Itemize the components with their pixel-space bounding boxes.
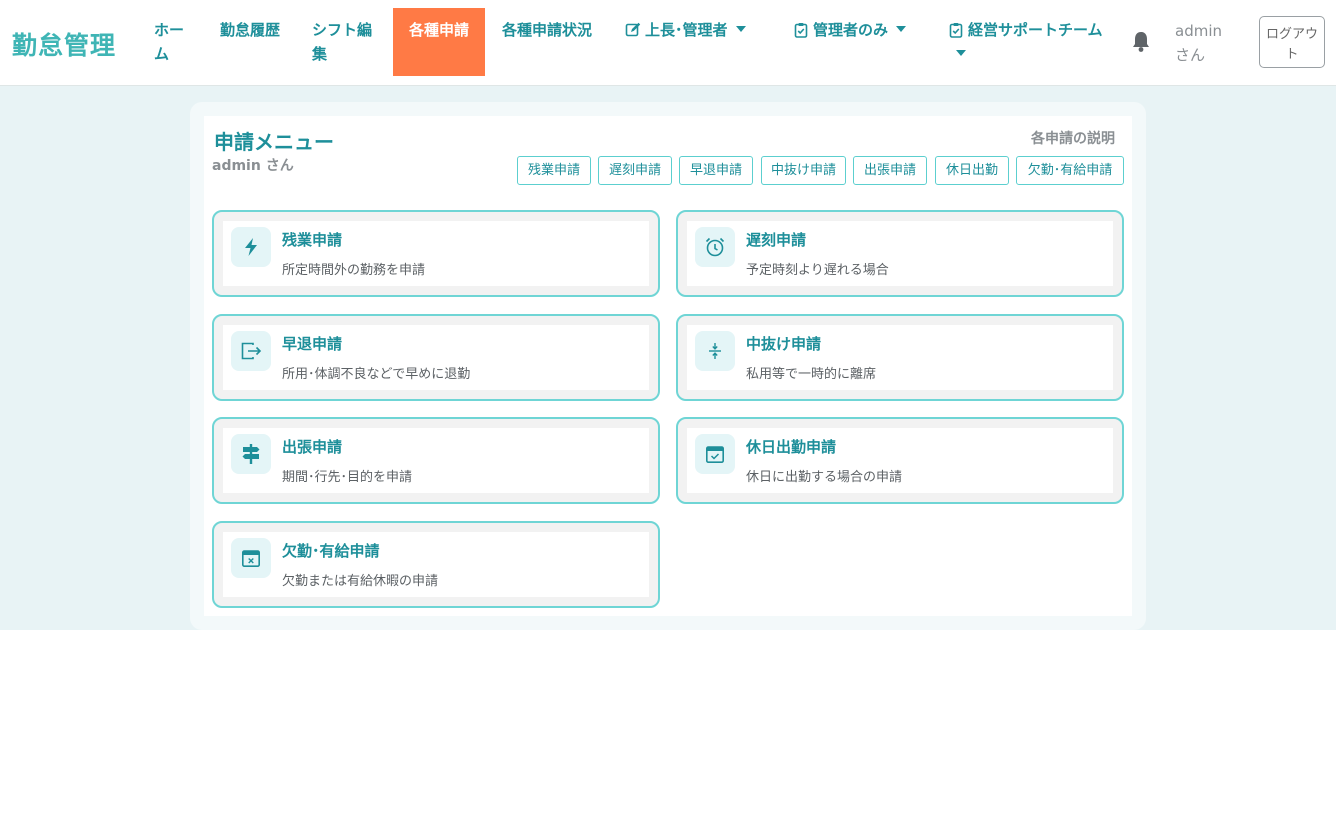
nav-attendance-history[interactable]: 勤怠履歴 (220, 8, 284, 76)
card-absence-paid-leave-request[interactable]: 欠勤･有給申請 欠勤または有給休暇の申請 (212, 521, 660, 608)
brand-logo[interactable]: 勤怠管理 (12, 26, 116, 62)
card-title: 遅刻申請 (746, 231, 807, 249)
card-holiday-work-request[interactable]: 休日出勤申請 休日に出勤する場合の申請 (676, 417, 1124, 504)
chevron-down-icon (956, 50, 966, 56)
nav-requests[interactable]: 各種申請 (393, 8, 485, 76)
card-description: 所用･体調不良などで早めに退勤 (282, 367, 471, 382)
nav-shift-edit[interactable]: シフト編集 (312, 8, 376, 76)
card-description: 私用等で一時的に離席 (746, 367, 877, 382)
card-title: 欠勤･有給申請 (282, 542, 380, 560)
page-title: 申請メニュー (214, 130, 334, 154)
card-title: 休日出勤申請 (746, 438, 837, 456)
chip-late[interactable]: 遅刻申請 (598, 156, 672, 185)
request-explanations-label: 各申請の説明 (1031, 131, 1115, 147)
card-description: 所定時間外の勤務を申請 (282, 263, 426, 278)
chip-business-trip[interactable]: 出張申請 (853, 156, 927, 185)
edit-icon (625, 22, 641, 37)
current-user-label: admin さん (1175, 22, 1222, 64)
lightning-icon (231, 227, 271, 267)
card-description: 予定時刻より遅れる場合 (746, 263, 889, 278)
card-late-request[interactable]: 遅刻申請 予定時刻より遅れる場合 (676, 210, 1124, 297)
chevron-down-icon (896, 26, 907, 32)
chip-absence-paid-leave[interactable]: 欠勤･有給申請 (1016, 156, 1124, 185)
signpost-icon (231, 434, 271, 474)
bell-icon[interactable] (1131, 31, 1151, 57)
chip-early-leave[interactable]: 早退申請 (679, 156, 753, 185)
nav-boss-admin-label: 上長･管理者 (645, 21, 728, 39)
nav-admin-only-label: 管理者のみ (813, 21, 889, 39)
nav-admin-only-dropdown[interactable]: 管理者のみ (793, 8, 921, 76)
chip-holiday-work[interactable]: 休日出勤 (935, 156, 1009, 185)
nav-home[interactable]: ホーム (154, 8, 194, 76)
card-title: 出張申請 (282, 438, 343, 456)
card-business-trip-request[interactable]: 出張申請 期間･行先･目的を申請 (212, 417, 660, 504)
card-step-out-request[interactable]: 中抜け申請 私用等で一時的に離席 (676, 314, 1124, 401)
chip-step-out[interactable]: 中抜け申請 (761, 156, 846, 185)
clipboard-check-icon (949, 23, 963, 38)
nav-management-support-label: 経営サポートチーム (968, 21, 1103, 39)
card-description: 欠勤または有給休暇の申請 (282, 574, 439, 589)
card-overtime-request[interactable]: 残業申請 所定時間外の勤務を申請 (212, 210, 660, 297)
calendar-x-icon (231, 538, 271, 578)
exit-icon (231, 331, 271, 371)
logout-button[interactable]: ログアウト (1259, 16, 1325, 68)
panel-user-label: admin さん (212, 158, 294, 174)
card-title: 早退申請 (282, 335, 343, 353)
chip-overtime[interactable]: 残業申請 (517, 156, 591, 185)
card-description: 休日に出勤する場合の申請 (746, 470, 903, 485)
clipboard-check-icon (794, 23, 808, 38)
calendar-check-icon (695, 434, 735, 474)
nav-request-status[interactable]: 各種申請状況 (502, 8, 598, 76)
collapse-vertical-icon (695, 331, 735, 371)
alarm-clock-icon (695, 227, 735, 267)
chevron-down-icon (735, 26, 746, 32)
card-early-leave-request[interactable]: 早退申請 所用･体調不良などで早めに退勤 (212, 314, 660, 401)
card-description: 期間･行先･目的を申請 (282, 470, 413, 485)
card-title: 中抜け申請 (746, 335, 822, 353)
nav-boss-admin-dropdown[interactable]: 上長･管理者 (625, 8, 775, 76)
card-title: 残業申請 (282, 231, 343, 249)
top-navbar: 勤怠管理 ホーム 勤怠履歴 シフト編集 各種申請 各種申請状況 上長･管理者 管… (0, 0, 1336, 86)
nav-management-support-dropdown[interactable]: 経営サポートチーム (948, 8, 1118, 76)
